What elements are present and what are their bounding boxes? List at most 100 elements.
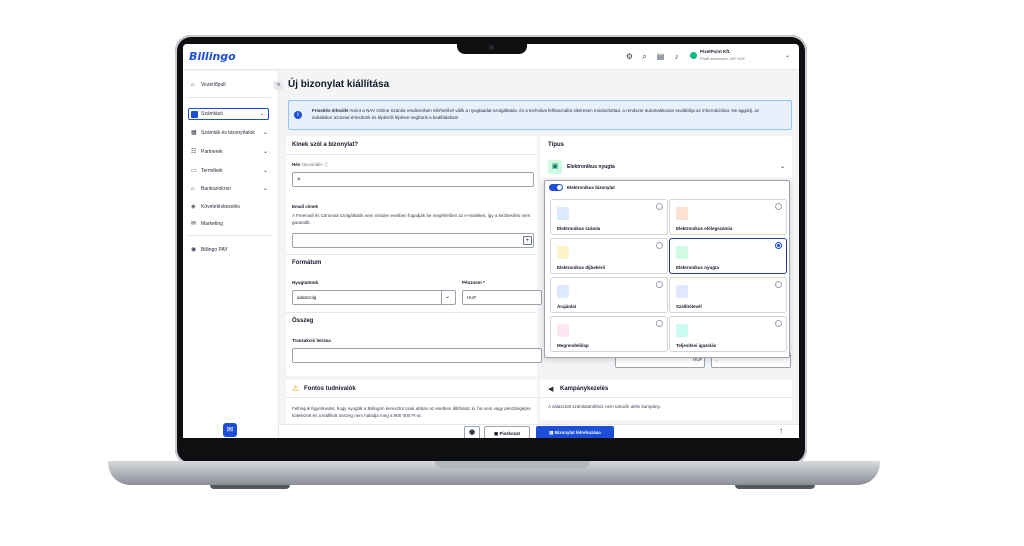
search-icon[interactable]: ⌕	[640, 52, 649, 61]
document-type-icon	[557, 246, 569, 259]
block-select[interactable]: adatszolg ⌄	[292, 290, 456, 305]
scroll-top-icon[interactable]: ↑	[779, 426, 783, 435]
billingo-logo[interactable]: Billingo	[189, 50, 236, 63]
sidebar-item-marketing[interactable]: ✉ Marketing	[191, 220, 223, 228]
page-title: Új bizonylat kiállítása	[288, 79, 390, 90]
info-icon: i	[294, 111, 302, 119]
bank-icon: ⌂	[191, 186, 195, 192]
camera-notch	[457, 42, 527, 54]
type-tile-label: Árajánlat	[557, 304, 577, 309]
type-tile[interactable]: Teljesítési igazolás	[669, 316, 787, 352]
electronic-toggle[interactable]	[549, 184, 563, 191]
sidebar-item-label: Követeléskezelés	[201, 204, 240, 210]
laptop-foot	[735, 485, 815, 489]
sidebar-item-products[interactable]: ▭ Termékek ⌄	[191, 167, 268, 175]
type-tile[interactable]: Árajánlat	[550, 277, 668, 313]
type-tile[interactable]: Elektronikus számla	[550, 199, 668, 235]
block-select-value: adatszolg	[297, 295, 317, 300]
type-tile-label: Teljesítési igazolás	[676, 343, 717, 348]
sidebar-item-billingo-pay[interactable]: ◉ Billingo PAY	[191, 246, 228, 254]
divider	[286, 154, 537, 155]
radio-button[interactable]	[775, 203, 782, 210]
type-title: Típus	[548, 142, 564, 148]
divider	[286, 254, 537, 255]
chevron-down-icon: ⌄	[441, 291, 453, 304]
important-title: Fontos tudnivalók	[304, 386, 356, 392]
chevron-down-icon: ⌄	[263, 186, 269, 192]
company-name[interactable]: PixelPoint Kft.	[700, 49, 731, 54]
help-icon[interactable]: ⓘ	[324, 162, 329, 167]
book-icon[interactable]: ▤	[656, 52, 665, 61]
divider	[286, 397, 537, 398]
vat-select-value: -	[716, 358, 718, 363]
chat-icon[interactable]: ✉	[223, 423, 237, 437]
email-input[interactable]	[292, 233, 534, 248]
collapse-sidebar-button[interactable]: «	[274, 81, 283, 90]
type-selected[interactable]: Elektronikus nyugta	[567, 164, 615, 170]
campaign-text: A választott számlatömbhöz nem tartozik …	[548, 404, 661, 409]
chevron-down-icon[interactable]: ⌄	[783, 52, 792, 61]
radio-button[interactable]	[656, 203, 663, 210]
module-select[interactable]: Számlázó ⌄	[188, 108, 269, 120]
draft-button[interactable]: ▣ Piszkozat	[484, 426, 530, 438]
create-label: Bizonylat létrehozása	[554, 430, 601, 435]
document-type-icon	[557, 324, 569, 337]
create-document-button[interactable]: ▤ Bizonylat létrehozása	[536, 426, 614, 438]
radio-button[interactable]	[775, 242, 782, 249]
description-label: Tranzakció leírása	[292, 338, 331, 343]
radio-button[interactable]	[656, 320, 663, 327]
left-form-card: Kinek szól a bizonylat? Név Opcionális ⓘ…	[286, 136, 542, 376]
draft-label: Piszkozat	[499, 431, 521, 436]
banner-bold: Frissítés érkezik!	[312, 108, 349, 113]
important-text: Felhívjuk figyelmedet, hogy nyugtát a Bi…	[292, 406, 531, 418]
bottom-action-bar: ◉ ▣ Piszkozat ▤ Bizonylat létrehozása ↑	[279, 424, 799, 438]
radio-button[interactable]	[656, 281, 663, 288]
coin-icon: ◉	[191, 247, 197, 253]
type-tile-label: Szállítólevél	[676, 304, 702, 309]
collection-icon: ◈	[191, 204, 196, 210]
type-card: Típus ▣ Elektronikus nyugta ⌄	[540, 136, 792, 178]
chevron-down-icon: ⌄	[263, 168, 269, 174]
document-icon: ▦	[191, 130, 197, 136]
bell-icon[interactable]: ♪	[672, 52, 681, 61]
sidebar-item-debt-collection[interactable]: ◈ Követeléskezelés	[191, 203, 240, 211]
name-input[interactable]: ⌕	[292, 172, 534, 187]
banner-body: Amint a NAV Online Számla rendszerben el…	[312, 108, 760, 120]
add-email-icon[interactable]: +	[523, 236, 532, 245]
chevron-down-icon[interactable]: ⌄	[780, 163, 785, 170]
type-tile[interactable]: Elektronikus előlegszámla	[669, 199, 787, 235]
type-tile[interactable]: Megrendelőlap	[550, 316, 668, 352]
document-type-icon	[676, 246, 688, 259]
sidebar-item-label: Partnerek	[201, 149, 223, 155]
type-tile-label: Elektronikus előlegszámla	[676, 226, 733, 231]
warning-icon: ⚠	[292, 384, 300, 393]
radio-button[interactable]	[775, 320, 782, 327]
type-tile-label: Megrendelőlap	[557, 343, 589, 348]
format-title: Formátum	[292, 260, 322, 266]
email-label: Email címek	[292, 204, 319, 209]
currency-select[interactable]: HUF	[462, 290, 542, 305]
sidebar-item-partners[interactable]: ☷ Partnerek ⌄	[191, 148, 268, 156]
toggle-label: Elektronikus bizonylat	[567, 185, 615, 190]
sidebar-item-bank-sync[interactable]: ⌂ Bankszinkron ⌄	[191, 185, 268, 193]
sidebar-item-invoices[interactable]: ▦ Számlák és bizonyítatok ⌄	[191, 129, 268, 137]
radio-button[interactable]	[656, 242, 663, 249]
preview-icon[interactable]: ◉	[464, 426, 480, 438]
search-icon: ⌕	[297, 176, 301, 183]
radio-button[interactable]	[775, 281, 782, 288]
chevron-down-icon: ⌄	[263, 149, 269, 155]
type-tile[interactable]: Elektronikus nyugta	[669, 238, 787, 274]
megaphone-icon: ✉	[191, 221, 197, 227]
settings-icon[interactable]: ⚙	[625, 52, 634, 61]
document-type-icon	[676, 207, 688, 220]
company-avatar[interactable]	[690, 52, 697, 59]
laptop-foot	[210, 485, 290, 489]
description-input[interactable]	[292, 348, 542, 363]
type-tile[interactable]: Elektronikus díjbekérő	[550, 238, 668, 274]
type-tile[interactable]: Szállítólevél	[669, 277, 787, 313]
sidebar-item-dashboard[interactable]: ⌂ Vezérlőpult	[191, 81, 226, 89]
campaign-title: Kampánykezelés	[560, 386, 609, 392]
campaign-card: ◀ Kampánykezelés A választott számlatömb…	[540, 380, 792, 420]
amount-title: Összeg	[292, 318, 314, 324]
divider	[286, 312, 537, 313]
